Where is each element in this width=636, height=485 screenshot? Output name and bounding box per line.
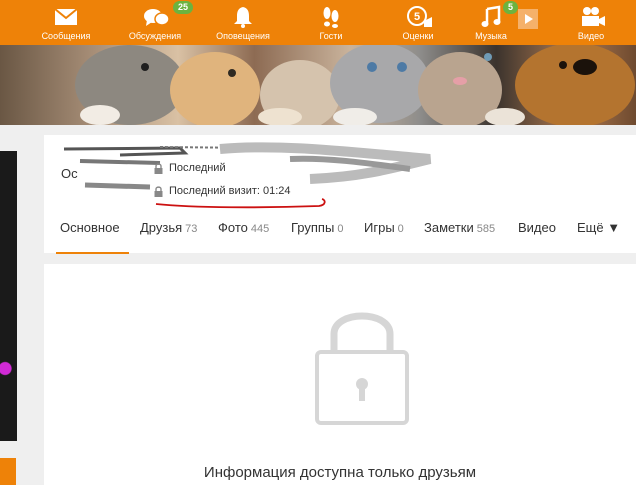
tab-photos[interactable]: Фото 445 — [218, 220, 269, 235]
bell-icon — [231, 5, 255, 29]
nav-notifications[interactable]: Оповещения — [208, 0, 278, 45]
footprints-icon — [319, 5, 343, 29]
left-orange-button[interactable] — [0, 458, 16, 485]
profile-card: Ос Последний Последний визит: 01:24 Осно… — [44, 135, 636, 254]
video-camera-icon — [579, 5, 605, 29]
nav-notifications-label: Оповещения — [216, 31, 270, 41]
profile-tabs: Основное Друзья 73 Фото 445 Группы 0 Игры 0 … — [44, 220, 636, 254]
nav-guests-label: Гости — [319, 31, 343, 41]
nav-music[interactable]: 5 Музыка — [456, 0, 538, 45]
svg-text:5: 5 — [414, 11, 420, 23]
profile-cover-banner — [0, 45, 636, 125]
privacy-status-line: Последний — [154, 162, 226, 174]
nav-ratings[interactable]: 5 Оценки — [383, 0, 453, 45]
active-tab-indicator — [56, 252, 129, 254]
tab-friends[interactable]: Друзья 73 — [140, 220, 197, 235]
small-lock-icon — [154, 185, 163, 197]
cover-animals-image — [75, 45, 635, 125]
friends-only-message: Информация доступна только друзьям — [203, 464, 477, 481]
tab-more[interactable]: Ещё ▼ — [577, 220, 620, 235]
nav-guests[interactable]: Гости — [296, 0, 366, 45]
large-padlock-icon — [315, 312, 409, 425]
tab-video[interactable]: Видео — [518, 220, 556, 235]
nav-music-label: Музыка — [475, 31, 507, 41]
nav-video-label: Видео — [577, 31, 605, 41]
last-visit-line: Последний визит: 01:24 — [154, 185, 291, 197]
profile-name-fragment: Ос — [61, 166, 78, 181]
tab-games[interactable]: Игры 0 — [364, 220, 404, 235]
small-lock-icon — [154, 162, 163, 174]
top-nav: Сообщения 25 Обсуждения Оповещения Гости… — [0, 0, 636, 45]
status-text-1: Последний — [169, 162, 226, 174]
nav-ratings-label: Оценки — [402, 31, 434, 41]
nav-messages-label: Сообщения — [41, 31, 91, 41]
nav-discussions[interactable]: 25 Обсуждения — [120, 0, 194, 45]
five-rating-icon: 5 — [406, 5, 432, 29]
tab-notes[interactable]: Заметки 585 — [424, 220, 495, 235]
red-annotation-underline — [155, 198, 326, 209]
tab-groups[interactable]: Группы 0 — [291, 220, 343, 235]
envelope-icon — [54, 5, 78, 29]
nav-video[interactable]: Видео — [556, 0, 626, 45]
private-content-card: Информация доступна только друзьям — [44, 264, 636, 485]
discussions-badge: 25 — [173, 1, 194, 14]
chat-bubbles-icon — [143, 5, 170, 29]
music-badge: 5 — [503, 1, 519, 14]
play-icon[interactable] — [518, 9, 538, 29]
tab-main[interactable]: Основное — [60, 220, 120, 235]
music-note-icon — [479, 5, 503, 29]
nav-messages[interactable]: Сообщения — [31, 0, 101, 45]
last-visit-text: Последний визит: 01:24 — [169, 185, 291, 197]
nav-discussions-label: Обсуждения — [128, 31, 182, 41]
left-avatar-fragment[interactable] — [0, 151, 17, 441]
